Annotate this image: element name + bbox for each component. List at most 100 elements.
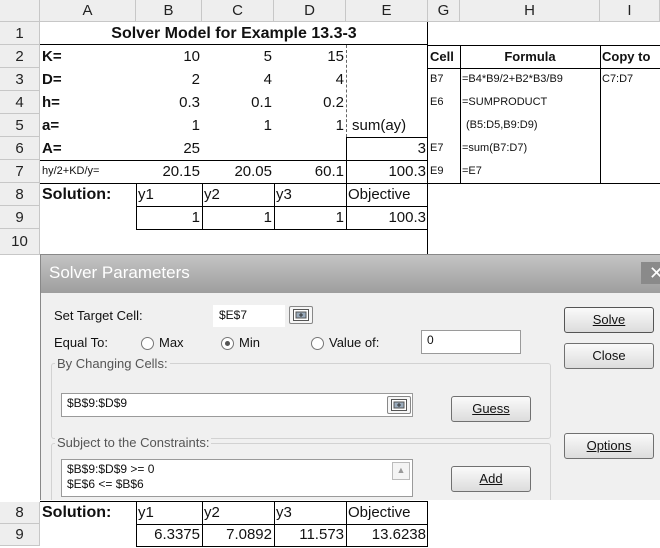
cell-c8[interactable]: y2 — [202, 183, 274, 206]
solve-button[interactable]: Solve — [564, 307, 654, 333]
scroll-up-icon[interactable]: ▲ — [392, 462, 410, 480]
row-header-7[interactable]: 7 — [0, 160, 40, 183]
column-header-a[interactable]: A — [40, 0, 136, 22]
cell-c4[interactable]: 0.1 — [202, 91, 274, 114]
row-header-8[interactable]: 8 — [0, 183, 40, 206]
column-header-i[interactable]: I — [600, 0, 660, 22]
cell-e5[interactable]: sum(ay) — [346, 114, 428, 137]
cell-e6[interactable]: 3 — [346, 137, 428, 160]
guess-button-label: Guess — [472, 401, 510, 416]
dialog-title: Solver Parameters — [49, 263, 190, 282]
close-button[interactable]: Close — [564, 343, 654, 369]
constraint-item[interactable]: $E$6 <= $B$6 — [67, 477, 407, 492]
constraints-list[interactable]: $B$9:$D$9 >= 0 $E$6 <= $B$6 ▲ — [61, 459, 413, 497]
options-button-label: Options — [586, 438, 632, 453]
cell-b5[interactable]: 1 — [136, 114, 202, 137]
row-header-9[interactable]: 9 — [0, 206, 40, 229]
label-a: a= — [42, 117, 60, 134]
column-header-e[interactable]: E — [346, 0, 428, 22]
corner-cell[interactable] — [0, 0, 40, 22]
label-d: D= — [42, 71, 62, 88]
cell-c9[interactable]: 1 — [202, 206, 274, 229]
set-target-cell-label: Set Target Cell: — [54, 308, 143, 323]
side-formula-e6-cont: (B5:D5,B9:D9) — [466, 119, 538, 131]
row-header-2[interactable]: 2 — [0, 45, 40, 68]
cell-d4[interactable]: 0.2 — [274, 91, 346, 114]
border — [346, 137, 347, 230]
cell-b9[interactable]: 1 — [136, 206, 202, 229]
value-of-radio-label[interactable]: Value of: — [329, 335, 379, 350]
border — [427, 501, 428, 547]
column-header-g[interactable]: G — [428, 0, 460, 22]
side-cell-b7: B7 — [430, 73, 444, 85]
min-radio[interactable] — [221, 337, 234, 350]
side-cell-e9: E9 — [430, 165, 444, 177]
max-radio-label[interactable]: Max — [159, 335, 184, 350]
cell-b6[interactable]: 25 — [136, 137, 202, 160]
cell-c5[interactable]: 1 — [202, 114, 274, 137]
side-copy-header: Copy to — [602, 49, 651, 64]
max-radio[interactable] — [141, 337, 154, 350]
cell-d7[interactable]: 60.1 — [274, 160, 346, 183]
side-copy-b7: C7:D7 — [602, 73, 634, 85]
collapse-dialog-icon[interactable] — [289, 306, 313, 324]
row-header-10[interactable]: 10 — [0, 229, 40, 255]
column-header-b[interactable]: B — [136, 0, 202, 22]
row-header-4[interactable]: 4 — [0, 91, 40, 114]
cell-e7[interactable]: 100.3 — [346, 160, 428, 183]
cell-d5[interactable]: 1 — [274, 114, 346, 137]
cell-b7[interactable]: 20.15 — [136, 160, 202, 183]
min-radio-label[interactable]: Min — [239, 335, 260, 350]
value-of-radio[interactable] — [311, 337, 324, 350]
cell-c3[interactable]: 4 — [202, 68, 274, 91]
changing-cells-input[interactable]: $B$9:$D$9 — [61, 393, 413, 417]
cell-b3[interactable]: 2 — [136, 68, 202, 91]
border — [346, 45, 347, 137]
row-header-8[interactable]: 8 — [0, 502, 40, 524]
row-header-1[interactable]: 1 — [0, 22, 40, 45]
constraints-label: Subject to the Constraints: — [55, 435, 212, 450]
add-button[interactable]: Add — [451, 466, 531, 492]
cell-e8[interactable]: Objective — [346, 183, 428, 206]
constraint-item[interactable]: $B$9:$D$9 >= 0 — [67, 462, 407, 477]
border — [40, 44, 428, 45]
row-header-5[interactable]: 5 — [0, 114, 40, 137]
border — [40, 160, 428, 161]
solver-parameters-dialog: Solver Parameters ✕ Set Target Cell: $E$… — [40, 254, 660, 502]
target-cell-input[interactable]: $E$7 — [213, 305, 285, 327]
cell-e9[interactable]: 100.3 — [346, 206, 428, 229]
row-header-3[interactable]: 3 — [0, 68, 40, 91]
solution-result-strip: 8 9 Solution: y1 y2 y3 Objective 6.3375 … — [0, 500, 660, 548]
side-formula-e6: =SUMPRODUCT — [462, 96, 548, 108]
cell-b8[interactable]: y1 — [136, 183, 202, 206]
add-button-label: Add — [479, 471, 503, 486]
row-header-9[interactable]: 9 — [0, 524, 40, 546]
cell-c2[interactable]: 5 — [202, 45, 274, 68]
cell-c7[interactable]: 20.05 — [202, 160, 274, 183]
cell-b4[interactable]: 0.3 — [136, 91, 202, 114]
column-header-h[interactable]: H — [460, 0, 600, 22]
cell-d2[interactable]: 15 — [274, 45, 346, 68]
options-button[interactable]: Options — [564, 433, 654, 459]
cell-d3[interactable]: 4 — [274, 68, 346, 91]
border — [460, 45, 461, 183]
dialog-titlebar[interactable]: Solver Parameters ✕ — [41, 255, 660, 293]
border — [346, 137, 428, 138]
border — [428, 45, 660, 46]
close-button-label: Close — [592, 348, 626, 363]
side-formula-b7: =B4*B9/2+B2*B3/B9 — [462, 73, 563, 85]
value-of-input[interactable]: 0 — [421, 330, 521, 354]
cell-d9[interactable]: 1 — [274, 206, 346, 229]
collapse-dialog-icon[interactable] — [387, 396, 411, 414]
cell-b2[interactable]: 10 — [136, 45, 202, 68]
close-icon[interactable]: ✕ — [641, 262, 660, 284]
equal-to-label: Equal To: — [54, 335, 108, 350]
guess-button[interactable]: Guess — [451, 396, 531, 422]
column-header-d[interactable]: D — [274, 0, 346, 22]
result-value-y2: 7.0892 — [226, 526, 272, 543]
side-cell-header: Cell — [430, 49, 454, 64]
row-header-6[interactable]: 6 — [0, 137, 40, 160]
border — [40, 183, 428, 184]
column-header-c[interactable]: C — [202, 0, 274, 22]
cell-d8[interactable]: y3 — [274, 183, 346, 206]
